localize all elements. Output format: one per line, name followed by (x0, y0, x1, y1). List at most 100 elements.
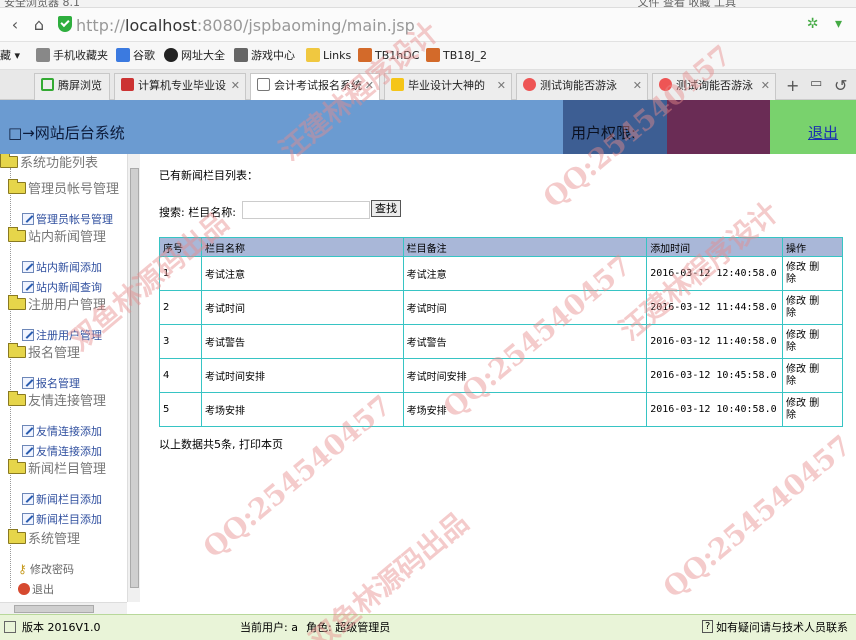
delete-link-wrap[interactable]: 除 (786, 342, 796, 353)
cell-actions: 修改 删除 (782, 324, 843, 359)
address-tools-icon[interactable]: ✲ ▾ (807, 16, 848, 32)
tree-group-news[interactable]: 站内新闻管理 (8, 227, 106, 246)
cell-name: 考场安排 (200, 392, 404, 427)
browser-menu[interactable]: 文件 查看 收藏 工具 (638, 0, 737, 7)
tree-item-columns-add-2[interactable]: 新闻栏目添加 (22, 510, 102, 528)
delete-link[interactable]: 删 (809, 330, 819, 341)
tree-item-columns-add[interactable]: 新闻栏目添加 (22, 490, 102, 508)
tree-item-news-query[interactable]: 站内新闻查询 (22, 278, 102, 296)
bookmark-links[interactable]: Links (306, 48, 351, 64)
browser-title: 安全浏览器 8.1 (4, 0, 80, 8)
bookmark-games[interactable]: 游戏中心 (234, 48, 295, 64)
close-icon[interactable]: ✕ (231, 74, 240, 98)
edit-page-icon (22, 261, 34, 273)
edit-page-icon (22, 213, 34, 225)
computer-icon (4, 621, 16, 633)
tab-strip: 腾屏浏览 计算机专业毕业设 ✕ 会计考试报名系统 ✕ 毕业设计大神的 ✕ 测试询能否游… (0, 70, 856, 101)
address-bar: ‹ ⌂ http://localhost:8080/jspbaoming/mai… (0, 8, 856, 42)
url-field[interactable]: http://localhost:8080/jspbaoming/main.js… (76, 14, 726, 38)
tree-group-columns[interactable]: 新闻栏目管理 (8, 459, 106, 478)
delete-link-wrap[interactable]: 除 (786, 274, 796, 285)
cell-name: 考试时间安排 (200, 358, 404, 393)
cell-note: 考场安排 (402, 392, 648, 427)
sidebar-horizontal-scrollbar[interactable] (0, 602, 127, 614)
cell-actions: 修改 删除 (782, 290, 843, 325)
tree-item-users-manage[interactable]: 注册用户管理 (22, 326, 102, 344)
column-list-table: 序号 栏目名称 栏目备注 添加时间 操作 1 考试注意 考试注意 2016-03… (159, 237, 843, 427)
tab-swim-test-2[interactable]: 测试询能否游泳 ✕ (652, 73, 776, 100)
cell-note: 考试注意 (402, 256, 648, 291)
new-tab-icon[interactable]: + (786, 76, 799, 95)
sidebar-vertical-scrollbar[interactable] (127, 154, 140, 602)
tree-item-news-add[interactable]: 站内新闻添加 (22, 258, 102, 276)
tree-item-admin-manage[interactable]: 管理员帐号管理 (22, 210, 113, 228)
tree-item-logout[interactable]: 退出 (18, 580, 54, 598)
tree-root[interactable]: 系统功能列表 (0, 154, 98, 172)
tree-group-users[interactable]: 注册用户管理 (8, 295, 106, 314)
sidebar: 系统功能列表 管理员帐号管理 管理员帐号管理 站内新闻管理 站内新闻添加 站内新… (0, 154, 140, 614)
tab-list-icon[interactable]: ▭ (810, 76, 822, 91)
delete-link[interactable]: 删 (809, 364, 819, 375)
logout-link[interactable]: 退出 (808, 122, 838, 143)
tree-item-links-add-2[interactable]: 友情连接添加 (22, 442, 102, 460)
google-icon (116, 48, 130, 62)
cell-actions: 修改 删除 (782, 256, 843, 291)
bookmark-google[interactable]: 谷歌 (116, 48, 155, 64)
tab-graduation-design[interactable]: 毕业设计大神的 ✕ (384, 73, 512, 100)
app-header: □→网站后台系统 用户权限: 退出 (0, 100, 856, 154)
close-icon[interactable]: ✕ (633, 74, 642, 98)
tab-exam-registration[interactable]: 会计考试报名系统 ✕ (250, 73, 380, 101)
scrollbar-thumb[interactable] (130, 168, 139, 588)
table-row: 3 考试警告 考试警告 2016-03-12 11:40:58.0 修改 删除 (159, 324, 843, 359)
tree-item-change-password[interactable]: ⚷ 修改密码 (18, 560, 74, 578)
tab-split-screen[interactable]: 腾屏浏览 (34, 73, 110, 100)
undo-close-icon[interactable]: ↺ (834, 76, 847, 95)
delete-link[interactable]: 删 (809, 262, 819, 273)
tree-group-links[interactable]: 友情连接管理 (8, 391, 106, 410)
bookmark-mobile[interactable]: 手机收藏夹 (36, 48, 108, 64)
print-link[interactable]: 打印本页 (239, 438, 283, 451)
delete-link[interactable]: 删 (809, 296, 819, 307)
version-text: 版本 2016V1.0 (22, 621, 101, 634)
bookmarks-bar: 藏 ▾ 手机收藏夹 谷歌 网址大全 游戏中心 Links TB1hDC TB18… (0, 42, 856, 70)
bookmark-sites[interactable]: 网址大全 (164, 48, 225, 64)
cell-no: 2 (159, 290, 202, 325)
bookmark-tb1[interactable]: TB1hDC (358, 48, 419, 64)
tree-item-links-add[interactable]: 友情连接添加 (22, 422, 102, 440)
edit-link[interactable]: 修改 (786, 330, 806, 341)
close-icon[interactable]: ✕ (497, 74, 506, 98)
close-icon[interactable]: ✕ (365, 74, 374, 98)
delete-link-wrap[interactable]: 除 (786, 308, 796, 319)
bookmark-favorites[interactable]: 藏 ▾ (0, 48, 20, 64)
edit-link[interactable]: 修改 (786, 296, 806, 307)
close-icon[interactable]: ✕ (761, 74, 770, 98)
tree-item-registration-manage[interactable]: 报名管理 (22, 374, 80, 392)
bookmark-tb2[interactable]: TB18J_2 (426, 48, 487, 64)
tree-group-admin[interactable]: 管理员帐号管理 (8, 179, 119, 198)
tree-group-registration[interactable]: 报名管理 (8, 343, 80, 362)
search-button[interactable]: 查找 (371, 200, 401, 217)
tab-swim-test-1[interactable]: 测试询能否游泳 ✕ (516, 73, 648, 100)
help-text: 如有疑问请与技术人员联系 (716, 621, 848, 634)
search-input[interactable] (242, 201, 370, 219)
sogou-icon (659, 78, 672, 91)
col-header-name: 栏目名称 (200, 237, 404, 257)
edit-link[interactable]: 修改 (786, 262, 806, 273)
tree-group-system[interactable]: 系统管理 (8, 529, 80, 548)
tab-cs-thesis[interactable]: 计算机专业毕业设 ✕ (114, 73, 246, 100)
cell-name: 考试时间 (200, 290, 404, 325)
delete-link-wrap[interactable]: 除 (786, 376, 796, 387)
scrollbar-thumb[interactable] (14, 605, 94, 613)
back-icon[interactable]: ‹ (6, 16, 24, 34)
edit-link[interactable]: 修改 (786, 364, 806, 375)
delete-link[interactable]: 删 (809, 398, 819, 409)
user-role: 角色: 超级管理员 (306, 621, 391, 634)
folder-icon (8, 459, 26, 474)
home-icon[interactable]: ⌂ (30, 16, 48, 34)
edit-link[interactable]: 修改 (786, 398, 806, 409)
cell-no: 1 (159, 256, 202, 291)
screen-icon (41, 78, 54, 91)
permission-panel: 用户权限: (563, 100, 667, 154)
delete-link-wrap[interactable]: 除 (786, 410, 796, 421)
phone-icon (36, 48, 50, 62)
